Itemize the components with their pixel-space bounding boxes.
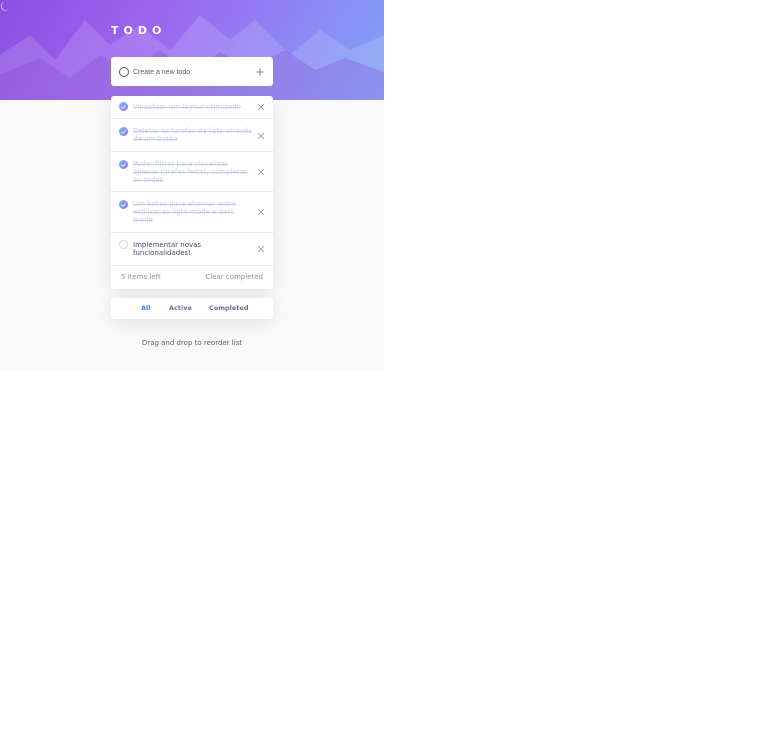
close-icon[interactable] bbox=[257, 168, 265, 176]
filter-completed[interactable]: Completed bbox=[209, 304, 248, 312]
todo-item[interactable]: Poder filtrar para visualizar apenas tar… bbox=[111, 152, 273, 192]
check-icon bbox=[121, 129, 126, 134]
plus-icon[interactable] bbox=[255, 67, 265, 77]
filter-all[interactable]: All bbox=[141, 304, 151, 312]
todo-text: Implementar novas funcionalidades! bbox=[133, 241, 202, 257]
todo-app: TODO Visualizar um layout otimizado Dele… bbox=[0, 0, 384, 370]
new-todo-checkbox[interactable] bbox=[119, 67, 129, 77]
todo-text: Poder filtrar para visualizar apenas tar… bbox=[133, 160, 248, 184]
todo-list: Visualizar um layout otimizado Deletar a… bbox=[111, 96, 273, 289]
drag-drop-hint: Drag and drop to reorder list bbox=[141, 339, 243, 347]
todo-text: Visualizar um layout otimizado bbox=[133, 103, 241, 111]
clear-completed-button[interactable]: Clear completed bbox=[205, 273, 263, 281]
todo-checkbox[interactable] bbox=[119, 200, 128, 209]
moon-icon[interactable] bbox=[0, 0, 12, 12]
items-left-count: 5 items left bbox=[121, 273, 161, 281]
close-icon[interactable] bbox=[257, 245, 265, 253]
check-icon bbox=[121, 104, 126, 109]
close-icon[interactable] bbox=[257, 103, 265, 111]
close-icon[interactable] bbox=[257, 132, 265, 140]
app-title: TODO bbox=[111, 24, 167, 37]
todo-item[interactable]: Deletar as tarefas da lista através de u… bbox=[111, 119, 273, 152]
todo-item[interactable]: Implementar novas funcionalidades! bbox=[111, 233, 273, 266]
filter-active[interactable]: Active bbox=[169, 304, 192, 312]
new-todo-form bbox=[111, 57, 273, 86]
check-icon bbox=[121, 202, 126, 207]
new-todo-input[interactable] bbox=[133, 66, 243, 78]
todo-text: Deletar as tarefas da lista através de u… bbox=[133, 127, 252, 143]
todo-checkbox[interactable] bbox=[119, 160, 128, 169]
list-footer: 5 items left Clear completed bbox=[111, 268, 273, 289]
todo-item[interactable]: Um botao para alternar entre estilizacao… bbox=[111, 192, 273, 233]
todo-checkbox[interactable] bbox=[119, 102, 128, 111]
close-icon[interactable] bbox=[257, 208, 265, 216]
filter-bar: All Active Completed bbox=[111, 298, 273, 319]
check-icon bbox=[121, 162, 126, 167]
todo-checkbox[interactable] bbox=[119, 240, 128, 249]
todo-item[interactable]: Visualizar um layout otimizado bbox=[111, 96, 273, 119]
todo-checkbox[interactable] bbox=[119, 127, 128, 136]
todo-text: Um botao para alternar entre estilizacao… bbox=[133, 200, 236, 224]
